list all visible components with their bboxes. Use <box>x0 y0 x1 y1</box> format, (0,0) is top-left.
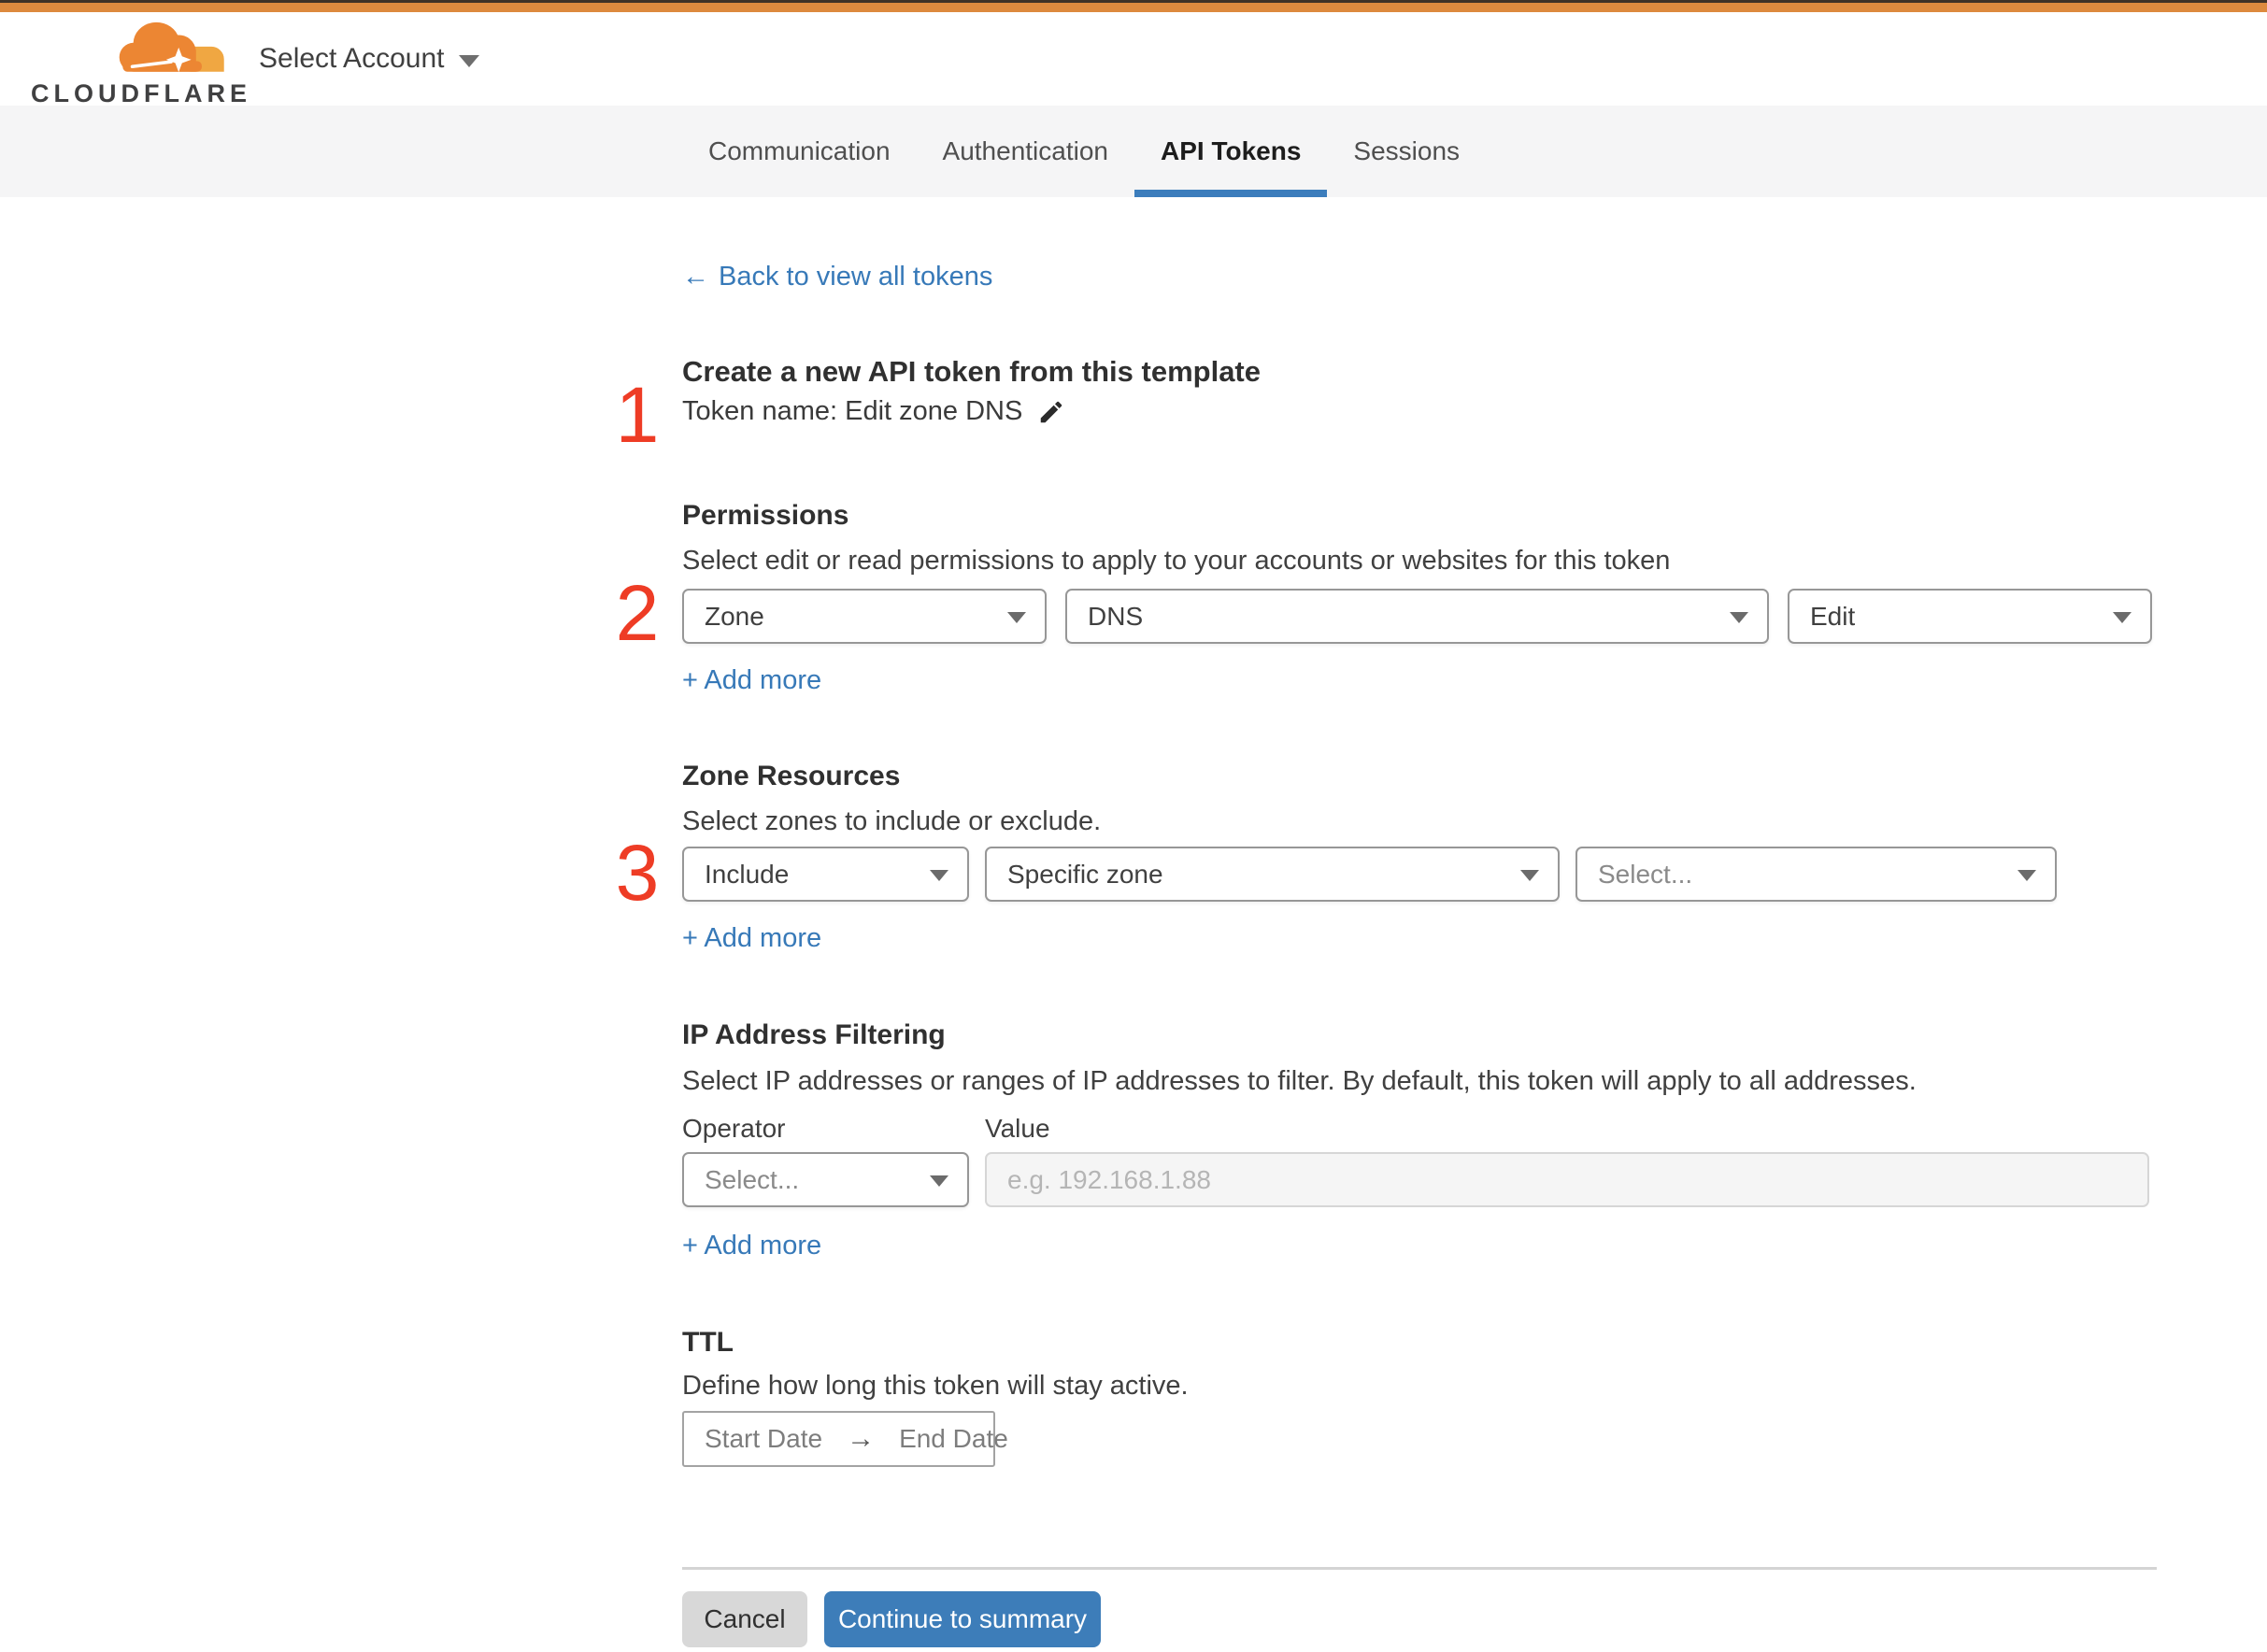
back-link-label: Back to view all tokens <box>719 262 993 292</box>
chevron-down-icon <box>2113 612 2132 623</box>
permissions-description: Select edit or read permissions to apply… <box>682 546 1671 576</box>
permissions-row: Zone DNS Edit <box>682 589 2152 644</box>
chevron-down-icon <box>930 870 948 881</box>
zone-picker-select[interactable]: Select... <box>1575 847 2057 902</box>
tab-api-tokens[interactable]: API Tokens <box>1134 106 1328 197</box>
ip-filtering-row: Select... <box>682 1152 2149 1207</box>
permissions-add-more-link[interactable]: + Add more <box>682 665 821 696</box>
step-number-1: 1 <box>615 371 660 459</box>
zone-picker-placeholder: Select... <box>1598 859 1693 889</box>
ttl-start-date-label: Start Date <box>705 1424 823 1453</box>
zone-resources-row: Include Specific zone Select... <box>682 847 2057 902</box>
chevron-down-icon <box>1520 870 1539 881</box>
cloudflare-cloud-icon <box>119 21 224 73</box>
footer-buttons: Cancel Continue to summary <box>682 1591 1101 1647</box>
permission-resource-value: DNS <box>1088 601 1144 631</box>
permission-resource-select[interactable]: DNS <box>1065 589 1769 644</box>
tab-sessions-label: Sessions <box>1353 136 1461 165</box>
cloudflare-logo: CLOUDFLARE <box>28 18 247 107</box>
zone-mode-select[interactable]: Include <box>682 847 969 902</box>
step-number-3: 3 <box>615 829 660 917</box>
chevron-down-icon <box>2017 870 2036 881</box>
tab-communication[interactable]: Communication <box>682 106 917 197</box>
continue-to-summary-button[interactable]: Continue to summary <box>824 1591 1101 1647</box>
zone-type-select[interactable]: Specific zone <box>985 847 1560 902</box>
token-name-text: Token name: Edit zone DNS <box>682 396 1023 426</box>
step-number-2: 2 <box>615 569 660 657</box>
permission-scope-value: Zone <box>705 601 764 631</box>
chevron-down-icon <box>459 54 480 67</box>
chevron-down-icon <box>930 1175 948 1187</box>
account-selector-label: Select Account <box>259 43 445 74</box>
arrow-right-icon: → <box>847 1423 876 1454</box>
tabs: Communication Authentication API Tokens … <box>682 106 1486 197</box>
tab-communication-label: Communication <box>708 136 891 165</box>
footer-divider <box>682 1567 2157 1570</box>
top-brand-bar <box>0 0 2267 12</box>
back-to-tokens-link[interactable]: ← Back to view all tokens <box>682 262 992 292</box>
permissions-heading: Permissions <box>682 500 849 531</box>
ip-filtering-add-more-link[interactable]: + Add more <box>682 1231 821 1261</box>
ttl-heading: TTL <box>682 1327 734 1358</box>
chevron-down-icon <box>1730 612 1748 623</box>
ttl-description: Define how long this token will stay act… <box>682 1371 1189 1401</box>
zone-resources-description: Select zones to include or exclude. <box>682 806 1102 836</box>
active-tab-underline <box>1134 190 1328 197</box>
ttl-date-range-picker[interactable]: Start Date → End Date <box>682 1411 1008 1467</box>
main-content: ← Back to view all tokens 1 2 3 Create a … <box>616 197 2157 1652</box>
ip-filtering-heading: IP Address Filtering <box>682 1019 946 1050</box>
ttl-end-date-label: End Date <box>899 1424 1008 1453</box>
tab-strip: Communication Authentication API Tokens … <box>0 106 2267 197</box>
chevron-down-icon <box>1007 612 1026 623</box>
ip-operator-select[interactable]: Select... <box>682 1152 969 1207</box>
permission-access-select[interactable]: Edit <box>1788 589 2152 644</box>
zone-resources-heading: Zone Resources <box>682 761 901 791</box>
header: CLOUDFLARE Select Account <box>0 12 2267 107</box>
cloudflare-wordmark: CLOUDFLARE <box>31 79 251 107</box>
permission-access-value: Edit <box>1810 601 1856 631</box>
account-selector-dropdown[interactable]: Select Account <box>259 12 480 106</box>
template-heading: Create a new API token from this templat… <box>682 355 1262 388</box>
zone-resources-add-more-link[interactable]: + Add more <box>682 923 821 954</box>
permission-scope-select[interactable]: Zone <box>682 589 1047 644</box>
tab-authentication[interactable]: Authentication <box>917 106 1134 197</box>
edit-pencil-icon[interactable] <box>1037 398 1065 426</box>
tab-authentication-label: Authentication <box>942 136 1108 165</box>
ip-operator-placeholder: Select... <box>705 1164 800 1194</box>
zone-mode-value: Include <box>705 859 790 889</box>
tab-sessions[interactable]: Sessions <box>1327 106 1486 197</box>
cancel-button[interactable]: Cancel <box>682 1591 807 1647</box>
zone-type-value: Specific zone <box>1007 859 1163 889</box>
back-arrow-icon: ← <box>682 262 709 292</box>
operator-label: Operator <box>682 1114 786 1143</box>
tab-api-tokens-label: API Tokens <box>1161 136 1302 165</box>
ip-value-input <box>985 1152 2149 1207</box>
ip-filtering-description: Select IP addresses or ranges of IP addr… <box>682 1066 1917 1096</box>
token-name-row: Token name: Edit zone DNS <box>682 396 1065 427</box>
value-label: Value <box>985 1114 1050 1143</box>
